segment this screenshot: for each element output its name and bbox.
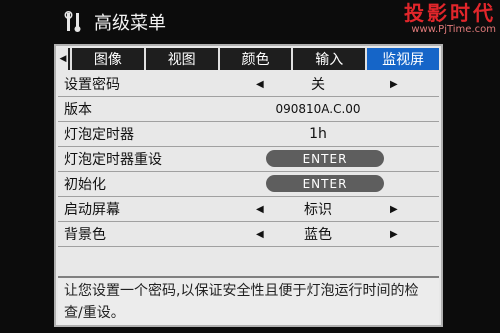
next-arrow-icon[interactable]: ▶ — [390, 229, 398, 240]
row-label: 灯泡定时器 — [64, 127, 134, 143]
row-label: 初始化 — [64, 177, 106, 193]
row-startup-screen[interactable]: 启动屏幕 ◀ 标识 ▶ — [58, 197, 439, 222]
initialize-enter-button[interactable]: ENTER — [266, 175, 384, 192]
row-version: 版本 090810A.C.00 — [58, 97, 439, 122]
row-label: 背景色 — [64, 227, 106, 243]
row-label: 启动屏幕 — [64, 202, 120, 218]
tab-monitor[interactable]: 监视屏 — [365, 48, 439, 70]
row-lamp-timer-reset[interactable]: 灯泡定时器重设 ENTER — [58, 147, 439, 172]
tab-image[interactable]: 图像 — [70, 48, 144, 70]
row-value: 标识 — [304, 202, 332, 218]
next-arrow-icon[interactable]: ▶ — [390, 204, 398, 215]
help-text: 让您设置一个密码,以保证安全性且便于灯泡运行时间的检查/重设。 — [58, 276, 439, 325]
row-background-color[interactable]: 背景色 ◀ 蓝色 ▶ — [58, 222, 439, 247]
row-initialize[interactable]: 初始化 ENTER — [58, 172, 439, 197]
prev-arrow-icon[interactable]: ◀ — [256, 229, 264, 240]
settings-list: 设置密码 ◀ 关 ▶ 版本 090810A.C.00 灯泡定时器 1h 灯泡定时… — [58, 72, 439, 247]
prev-arrow-icon[interactable]: ◀ — [256, 79, 264, 90]
menu-header: 高级菜单 — [62, 8, 166, 36]
tab-scroll-left-icon[interactable]: ◀ — [58, 48, 70, 70]
menu-title: 高级菜单 — [94, 13, 166, 34]
row-label: 版本 — [64, 102, 92, 118]
row-value: 关 — [311, 77, 325, 93]
tab-bar: ◀ 图像 视图 颜色 输入 监视屏 — [58, 48, 439, 70]
row-value: 090810A.C.00 — [275, 102, 361, 116]
tab-color[interactable]: 颜色 — [217, 48, 292, 70]
row-label: 设置密码 — [64, 77, 120, 93]
advanced-menu-panel: ◀ 图像 视图 颜色 输入 监视屏 设置密码 ◀ 关 ▶ 版本 090810A.… — [54, 44, 443, 327]
watermark: 投影时代 www.PjTime.com — [404, 2, 496, 35]
row-value: 蓝色 — [304, 227, 332, 243]
prev-arrow-icon[interactable]: ◀ — [256, 204, 264, 215]
wrench-icon — [64, 10, 81, 32]
tab-input[interactable]: 输入 — [291, 48, 365, 70]
watermark-logo: 投影时代 — [404, 1, 496, 25]
lamp-timer-reset-enter-button[interactable]: ENTER — [266, 150, 384, 167]
watermark-url: www.PjTime.com — [411, 24, 496, 35]
tab-view[interactable]: 视图 — [143, 48, 218, 70]
row-label: 灯泡定时器重设 — [64, 152, 162, 168]
next-arrow-icon[interactable]: ▶ — [390, 79, 398, 90]
row-value: 1h — [309, 126, 327, 142]
row-set-password[interactable]: 设置密码 ◀ 关 ▶ — [58, 72, 439, 97]
row-lamp-timer: 灯泡定时器 1h — [58, 122, 439, 147]
screen-frame: 投影时代 www.PjTime.com 高级菜单 ◀ 图像 视图 颜色 输入 监… — [0, 0, 500, 333]
